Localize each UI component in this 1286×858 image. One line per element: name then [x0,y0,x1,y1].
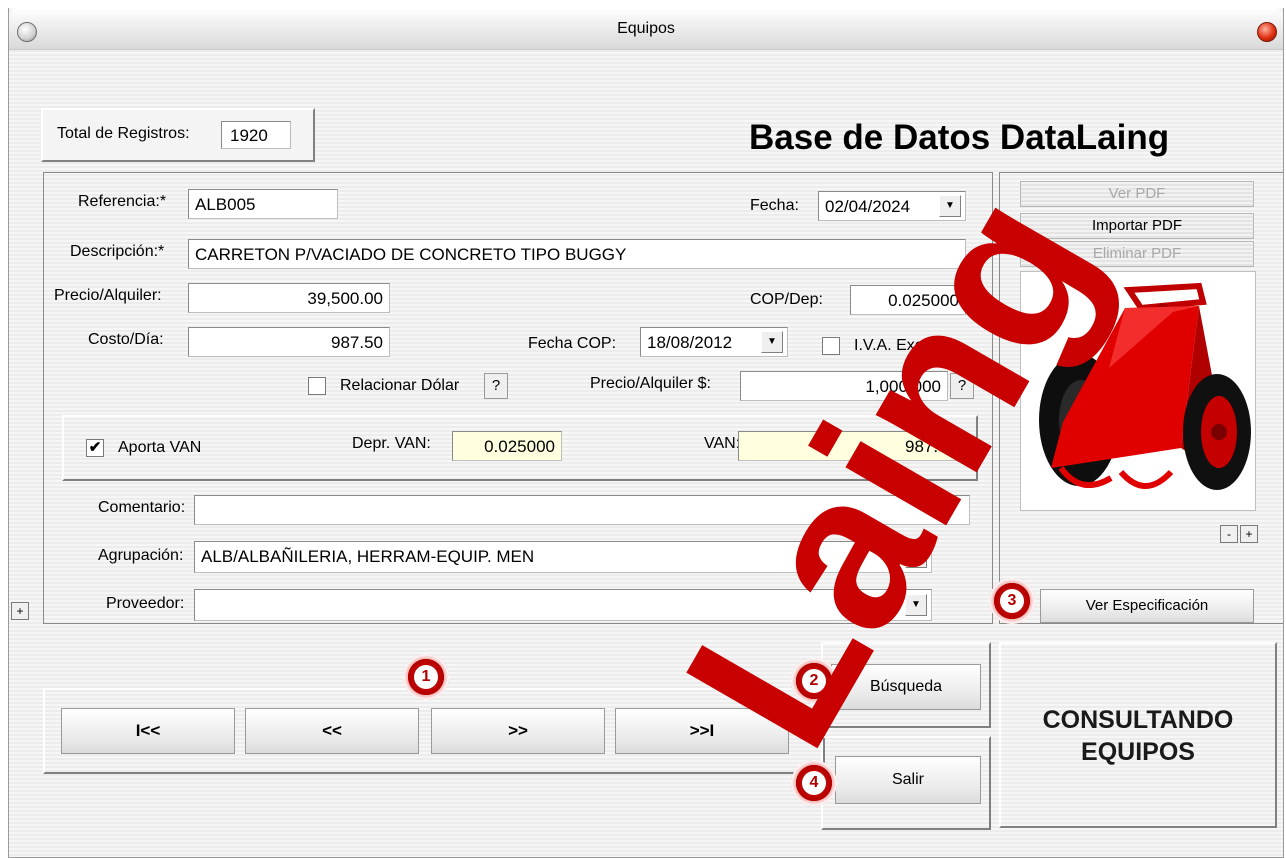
aporta-van-checkbox[interactable]: ✔ [86,439,104,457]
van-input[interactable]: 987.50 [738,431,964,461]
comentario-label: Comentario: [98,499,186,516]
record-navigation-panel: I<< << >> >>I [43,688,825,774]
callout-badge-4: 4 [791,760,837,806]
iva-exento-label: I.V.A. Exento [854,337,946,354]
callout-badge-2: 2 [791,658,837,704]
agrupacion-select[interactable]: ALB/ALBAÑILERIA, HERRAM-EQUIP. MEN ▼ [194,541,932,573]
referencia-input[interactable]: ALB005 [188,189,338,219]
callout-badge-3: 3 [989,578,1035,624]
title-bar: Equipos [9,8,1283,50]
depr-van-input[interactable]: 0.025000 [452,431,562,461]
descripcion-input[interactable]: CARRETON P/VACIADO DE CONCRETO TIPO BUGG… [188,239,966,269]
total-records-value: 1920 [221,121,291,149]
callout-badge-1-label: 1 [414,665,438,689]
costo-dia-label: Costo/Día: [88,331,164,348]
salir-panel: Salir [821,736,991,830]
relacionar-dolar-help-button[interactable]: ? [484,373,508,399]
cart-illustration [1039,282,1251,490]
close-window-icon[interactable] [1257,22,1277,42]
callout-badge-4-label: 4 [802,771,826,795]
expand-panel-button[interactable]: + [11,602,29,620]
descripcion-label: Descripción:* [70,243,165,260]
salir-button[interactable]: Salir [835,756,981,804]
status-panel: CONSULTANDO EQUIPOS [999,642,1277,828]
equipos-window: Equipos Total de Registros: 1920 Base de… [8,8,1284,858]
costo-dia-input[interactable]: 987.50 [188,327,390,357]
precio-alquiler-input[interactable]: 39,500.00 [188,283,390,313]
precio-alquiler-usd-label: Precio/Alquiler $: [590,375,711,392]
status-line-1: CONSULTANDO [1042,706,1234,734]
proveedor-dropdown-icon[interactable]: ▼ [905,594,927,616]
ver-especificacion-button[interactable]: Ver Especificación [1040,589,1254,623]
relacionar-dolar-checkbox[interactable] [308,377,326,395]
proveedor-select[interactable]: ▼ [194,589,932,621]
fecha-cop-dropdown-icon[interactable]: ▼ [761,331,783,353]
fecha-cop-label: Fecha COP: [528,335,617,352]
fecha-cop-picker[interactable]: 18/08/2012 ▼ [640,327,788,357]
proveedor-label: Proveedor: [106,595,185,612]
window-title: Equipos [617,20,675,37]
precio-usd-help-button[interactable]: ? [950,373,974,399]
total-records-panel: Total de Registros: 1920 [41,108,315,162]
equipment-image [1020,271,1256,511]
ver-pdf-button[interactable]: Ver PDF [1020,181,1254,207]
cop-dep-input[interactable]: 0.025000 [850,285,966,315]
last-record-button[interactable]: >>I [615,708,789,754]
previous-record-button[interactable]: << [245,708,419,754]
busqueda-panel: Búsqueda [821,642,991,728]
callout-badge-1: 1 [403,654,449,700]
cop-dep-label: COP/Dep: [750,291,823,308]
eliminar-pdf-button[interactable]: Eliminar PDF [1020,241,1254,267]
depr-van-label: Depr. VAN: [352,435,431,452]
fecha-label: Fecha: [750,197,799,214]
precio-alquiler-usd-input[interactable]: 1,000.000 [740,371,948,401]
next-record-button[interactable]: >> [431,708,605,754]
referencia-label: Referencia:* [78,193,167,210]
agrupacion-dropdown-icon[interactable]: ▼ [905,546,927,568]
busqueda-button[interactable]: Búsqueda [831,664,981,710]
fecha-cop-value: 18/08/2012 [647,333,733,352]
agrupacion-value: ALB/ALBAÑILERIA, HERRAM-EQUIP. MEN [201,547,535,566]
fecha-dropdown-icon[interactable]: ▼ [939,195,961,217]
aporta-van-label: Aporta VAN [118,439,202,456]
callout-badge-2-label: 2 [802,669,826,693]
zoom-out-button[interactable]: - [1220,525,1238,543]
fecha-picker[interactable]: 02/04/2024 ▼ [818,191,966,221]
first-record-button[interactable]: I<< [61,708,235,754]
relacionar-dolar-label: Relacionar Dólar [340,377,460,394]
precio-alquiler-label: Precio/Alquiler: [54,287,162,304]
van-label: VAN: [704,435,741,452]
iva-exento-checkbox[interactable] [822,337,840,355]
pdf-image-panel: Ver PDF Importar PDF Eliminar PDF - + Ve… [999,172,1283,624]
zoom-in-button[interactable]: + [1240,525,1258,543]
total-records-label: Total de Registros: [57,125,190,142]
equipment-form-panel: Referencia:* ALB005 Fecha: 02/04/2024 ▼ … [43,172,993,624]
callout-badge-3-label: 3 [1000,589,1024,613]
van-panel: ✔ Aporta VAN Depr. VAN: 0.025000 VAN: 98… [62,415,978,481]
importar-pdf-button[interactable]: Importar PDF [1020,213,1254,239]
agrupacion-label: Agrupación: [98,547,184,564]
fecha-value: 02/04/2024 [825,197,911,216]
app-title: Base de Datos DataLaing [749,118,1170,157]
status-line-2: EQUIPOS [1081,738,1195,766]
comentario-input[interactable] [194,495,970,525]
